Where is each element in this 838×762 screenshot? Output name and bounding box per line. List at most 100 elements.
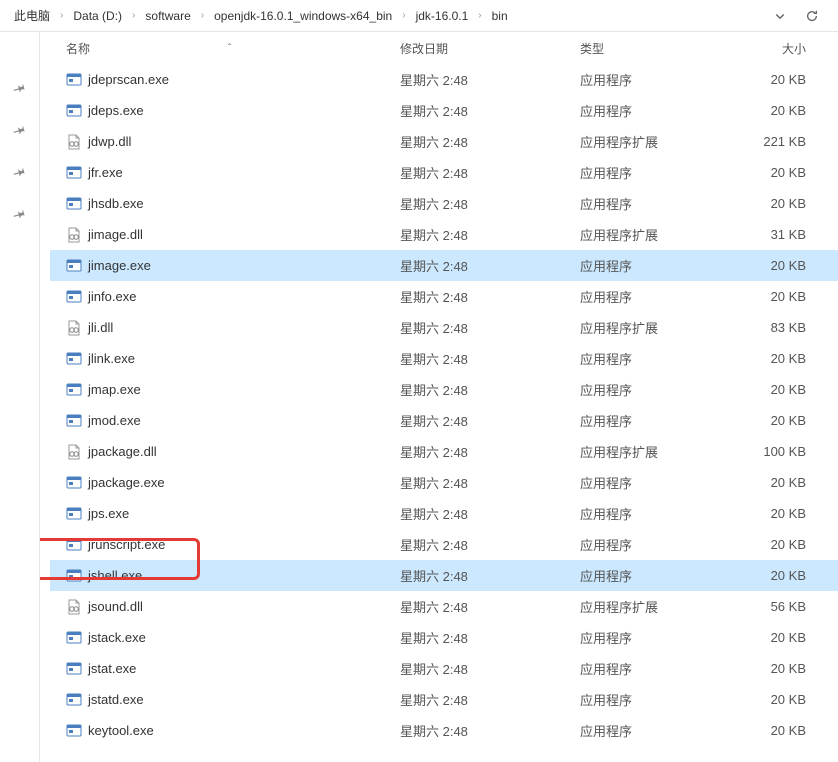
file-type: 应用程序扩展 (580, 132, 736, 151)
dll-icon (66, 444, 82, 460)
breadcrumb-item[interactable]: openjdk-16.0.1_windows-x64_bin (208, 7, 398, 25)
file-type: 应用程序 (580, 70, 736, 89)
file-row[interactable]: jstack.exe星期六 2:48应用程序20 KB (50, 622, 838, 653)
file-row[interactable]: jshell.exe星期六 2:48应用程序20 KB (50, 560, 838, 591)
column-headers[interactable]: 名称 ˆ 修改日期 类型 大小 (40, 32, 838, 64)
file-row[interactable]: jdwp.dll星期六 2:48应用程序扩展221 KB (50, 126, 838, 157)
file-row[interactable]: jmap.exe星期六 2:48应用程序20 KB (50, 374, 838, 405)
file-name: jhsdb.exe (88, 196, 144, 211)
file-row[interactable]: jdeps.exe星期六 2:48应用程序20 KB (50, 95, 838, 126)
file-row[interactable]: jmod.exe星期六 2:48应用程序20 KB (50, 405, 838, 436)
file-row[interactable]: jlink.exe星期六 2:48应用程序20 KB (50, 343, 838, 374)
file-size: 20 KB (736, 196, 816, 211)
chevron-right-icon: › (478, 10, 481, 21)
column-size[interactable]: 大小 (736, 40, 816, 57)
file-size: 20 KB (736, 351, 816, 366)
application-icon (66, 165, 82, 181)
file-name: jdeps.exe (88, 103, 144, 118)
file-date: 星期六 2:48 (400, 380, 580, 399)
chevron-down-icon[interactable] (770, 6, 790, 26)
sort-ascending-icon: ˆ (228, 43, 231, 54)
column-date[interactable]: 修改日期 (400, 40, 580, 57)
breadcrumb[interactable]: 此电脑 › Data (D:) › software › openjdk-16.0.1_wi… (0, 0, 838, 32)
pin-icon (10, 163, 29, 182)
column-type[interactable]: 类型 (580, 40, 736, 57)
file-row[interactable]: jpackage.exe星期六 2:48应用程序20 KB (50, 467, 838, 498)
application-icon (66, 630, 82, 646)
file-row[interactable]: keytool.exe星期六 2:48应用程序20 KB (50, 715, 838, 746)
chevron-right-icon: › (132, 10, 135, 21)
file-name: jstatd.exe (88, 692, 144, 707)
application-icon (66, 661, 82, 677)
file-name: jps.exe (88, 506, 129, 521)
file-name: jstack.exe (88, 630, 146, 645)
application-icon (66, 692, 82, 708)
file-size: 56 KB (736, 599, 816, 614)
application-icon (66, 351, 82, 367)
application-icon (66, 506, 82, 522)
application-icon (66, 413, 82, 429)
file-row[interactable]: jfr.exe 星期六 2:48应用程序20 KB (50, 157, 838, 188)
file-date: 星期六 2:48 (400, 442, 580, 461)
file-size: 20 KB (736, 506, 816, 521)
file-row[interactable]: jinfo.exe星期六 2:48应用程序20 KB (50, 281, 838, 312)
file-row[interactable]: jli.dll星期六 2:48应用程序扩展83 KB (50, 312, 838, 343)
breadcrumb-item[interactable]: 此电脑 (8, 5, 56, 26)
dll-icon (66, 599, 82, 615)
application-icon (66, 537, 82, 553)
file-row[interactable]: jimage.dll星期六 2:48应用程序扩展31 KB (50, 219, 838, 250)
file-type: 应用程序 (580, 163, 736, 182)
file-name: jshell.exe (88, 568, 142, 583)
file-type: 应用程序扩展 (580, 597, 736, 616)
breadcrumb-item[interactable]: jdk-16.0.1 (410, 7, 475, 25)
quick-access-pinbar (0, 32, 40, 762)
breadcrumb-item[interactable]: bin (486, 7, 514, 25)
file-date: 星期六 2:48 (400, 163, 580, 182)
file-type: 应用程序 (580, 690, 736, 709)
file-date: 星期六 2:48 (400, 101, 580, 120)
application-icon (66, 72, 82, 88)
file-size: 20 KB (736, 568, 816, 583)
file-row[interactable]: jrunscript.exe星期六 2:48应用程序20 KB (50, 529, 838, 560)
file-date: 星期六 2:48 (400, 256, 580, 275)
pin-icon (10, 205, 29, 224)
file-size: 83 KB (736, 320, 816, 335)
file-row[interactable]: jpackage.dll星期六 2:48应用程序扩展100 KB (50, 436, 838, 467)
chevron-right-icon: › (60, 10, 63, 21)
file-date: 星期六 2:48 (400, 132, 580, 151)
file-type: 应用程序 (580, 721, 736, 740)
file-row[interactable]: jstat.exe星期六 2:48应用程序20 KB (50, 653, 838, 684)
file-name: jrunscript.exe (88, 537, 165, 552)
file-date: 星期六 2:48 (400, 690, 580, 709)
file-type: 应用程序 (580, 473, 736, 492)
file-date: 星期六 2:48 (400, 225, 580, 244)
file-type: 应用程序 (580, 194, 736, 213)
file-type: 应用程序扩展 (580, 442, 736, 461)
file-row[interactable]: jimage.exe星期六 2:48应用程序20 KB (50, 250, 838, 281)
file-size: 221 KB (736, 134, 816, 149)
file-row[interactable]: jps.exe星期六 2:48应用程序20 KB (50, 498, 838, 529)
file-name: jsound.dll (88, 599, 143, 614)
file-name: jfr.exe (88, 165, 123, 180)
breadcrumb-item[interactable]: Data (D:) (67, 7, 128, 25)
application-icon (66, 723, 82, 739)
file-name: jpackage.exe (88, 475, 165, 490)
file-name: jmod.exe (88, 413, 141, 428)
file-row[interactable]: jstatd.exe星期六 2:48应用程序20 KB (50, 684, 838, 715)
file-size: 20 KB (736, 165, 816, 180)
column-name[interactable]: 名称 ˆ (66, 40, 400, 57)
refresh-icon[interactable] (802, 6, 822, 26)
file-row[interactable]: jhsdb.exe星期六 2:48应用程序20 KB (50, 188, 838, 219)
file-size: 20 KB (736, 258, 816, 273)
breadcrumb-item[interactable]: software (139, 7, 196, 25)
file-name: jli.dll (88, 320, 113, 335)
file-size: 20 KB (736, 72, 816, 87)
file-size: 31 KB (736, 227, 816, 242)
file-row[interactable]: jsound.dll星期六 2:48应用程序扩展56 KB (50, 591, 838, 622)
application-icon (66, 289, 82, 305)
file-size: 20 KB (736, 103, 816, 118)
file-row[interactable]: jdeprscan.exe星期六 2:48应用程序20 KB (50, 64, 838, 95)
dll-icon (66, 227, 82, 243)
file-name: jimage.exe (88, 258, 151, 273)
application-icon (66, 475, 82, 491)
